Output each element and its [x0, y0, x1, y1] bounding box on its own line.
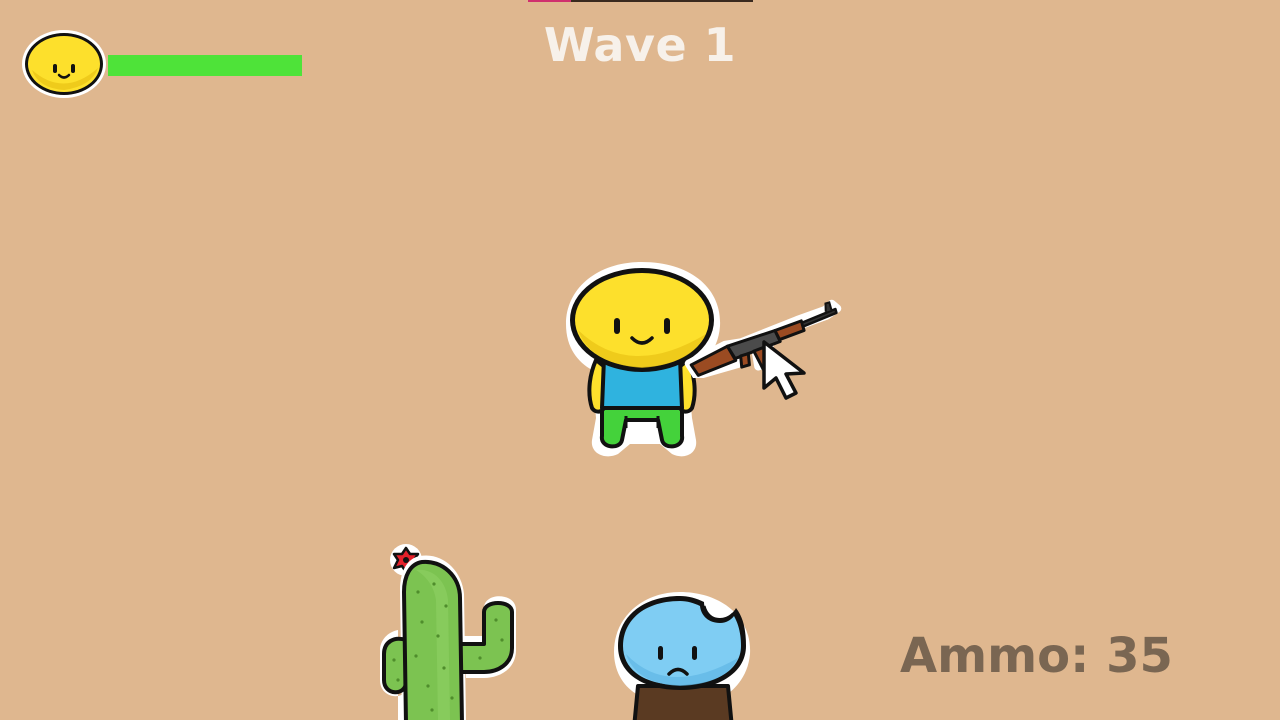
wave-progress-bar	[528, 0, 753, 2]
ammo-counter: Ammo: 35	[900, 628, 1220, 684]
cactus-obstacle	[380, 544, 516, 720]
wave-progress-fill	[528, 0, 571, 2]
enemy-character	[614, 592, 751, 720]
ammo-count: 35	[1106, 628, 1173, 684]
health-bar	[108, 55, 302, 76]
ammo-label: Ammo:	[900, 628, 1090, 684]
mouse-pointer-icon	[762, 340, 806, 400]
health-bar-fill	[108, 55, 302, 76]
player-portrait-icon	[22, 30, 106, 98]
wave-label: Wave 1	[543, 18, 737, 72]
game-viewport[interactable]: Wave 1 Ammo: 35	[0, 0, 1280, 720]
